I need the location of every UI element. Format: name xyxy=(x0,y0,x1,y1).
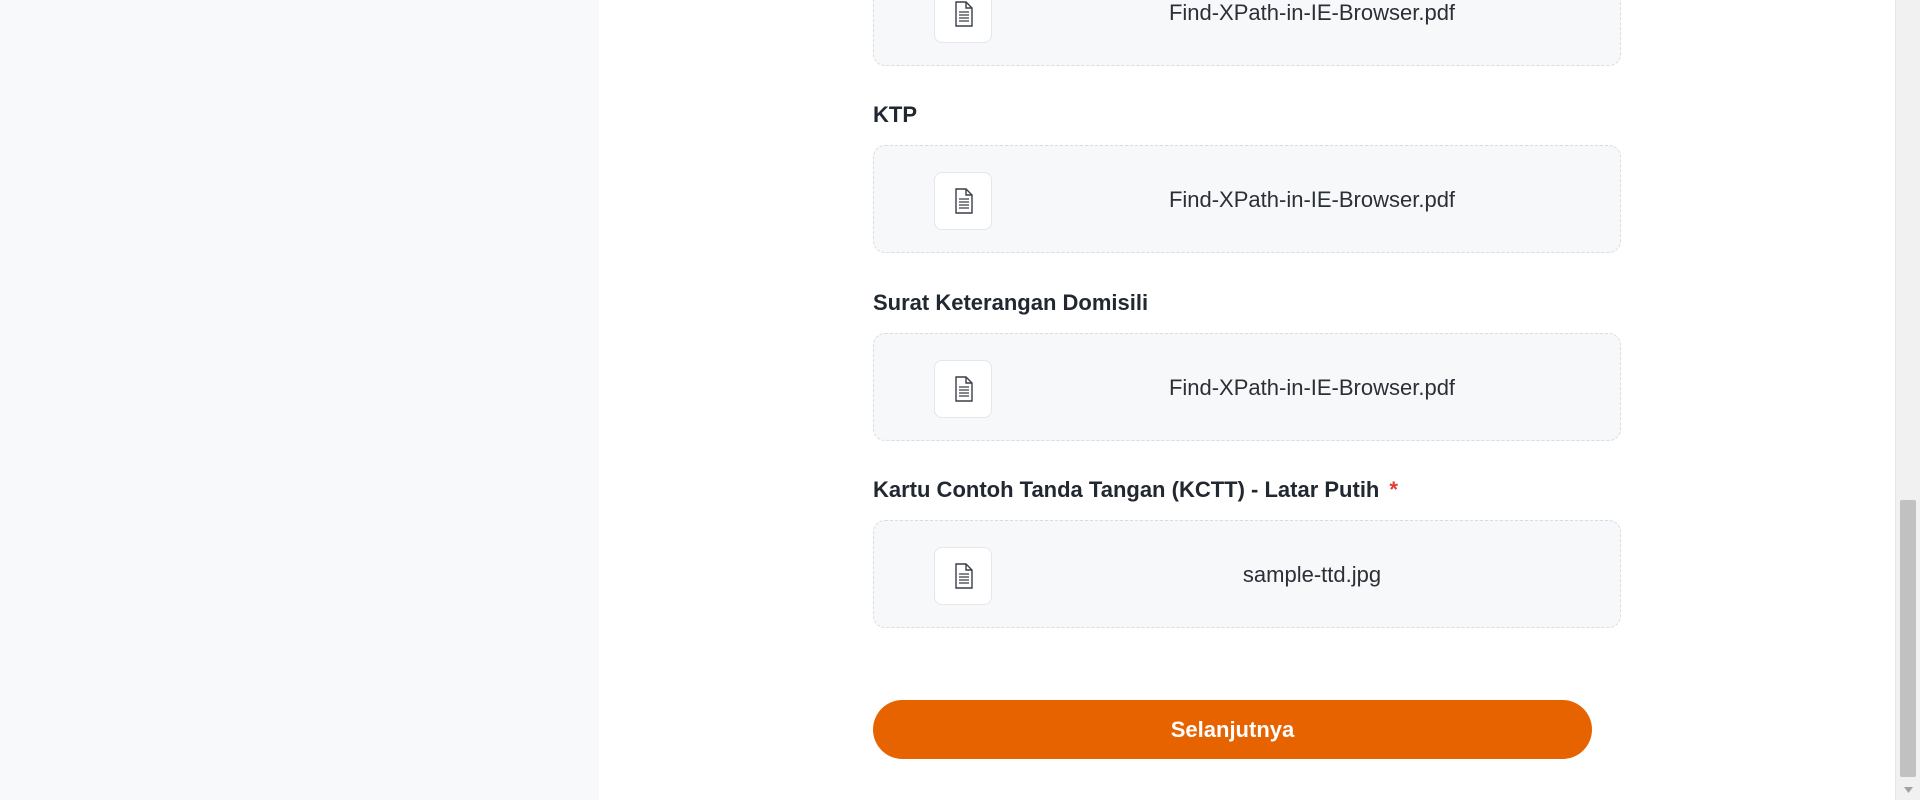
left-panel xyxy=(0,0,599,800)
scrollbar-thumb[interactable] xyxy=(1900,500,1916,777)
file-name: Find-XPath-in-IE-Browser.pdf xyxy=(1168,375,1456,400)
document-icon xyxy=(934,547,992,605)
field-label-text: Kartu Contoh Tanda Tangan (KCTT) - Latar… xyxy=(873,477,1380,502)
field-label-domisili: Surat Keterangan Domisili xyxy=(873,290,1149,315)
required-marker: * xyxy=(1389,477,1398,502)
file-upload-box[interactable]: Find-XPath-in-IE-Browser.pdf xyxy=(873,0,1621,66)
field-label-ktp: KTP xyxy=(873,102,917,127)
next-button[interactable]: Selanjutnya xyxy=(873,700,1592,759)
file-upload-box[interactable]: sample-ttd.jpg xyxy=(873,520,1621,628)
scroll-down-arrow-icon[interactable] xyxy=(1896,780,1920,800)
main-panel: Find-XPath-in-IE-Browser.pdf KTP Find-XP… xyxy=(599,0,1895,800)
file-name: sample-ttd.jpg xyxy=(1242,562,1382,587)
document-icon xyxy=(934,172,992,230)
file-upload-box[interactable]: Find-XPath-in-IE-Browser.pdf xyxy=(873,145,1621,253)
field-label-kctt: Kartu Contoh Tanda Tangan (KCTT) - Latar… xyxy=(873,477,1398,503)
file-name: Find-XPath-in-IE-Browser.pdf xyxy=(1168,187,1456,212)
file-upload-box[interactable]: Find-XPath-in-IE-Browser.pdf xyxy=(873,333,1621,441)
document-icon xyxy=(934,360,992,418)
document-icon xyxy=(934,0,992,43)
vertical-scrollbar[interactable] xyxy=(1895,0,1920,800)
file-name: Find-XPath-in-IE-Browser.pdf xyxy=(1168,0,1456,25)
